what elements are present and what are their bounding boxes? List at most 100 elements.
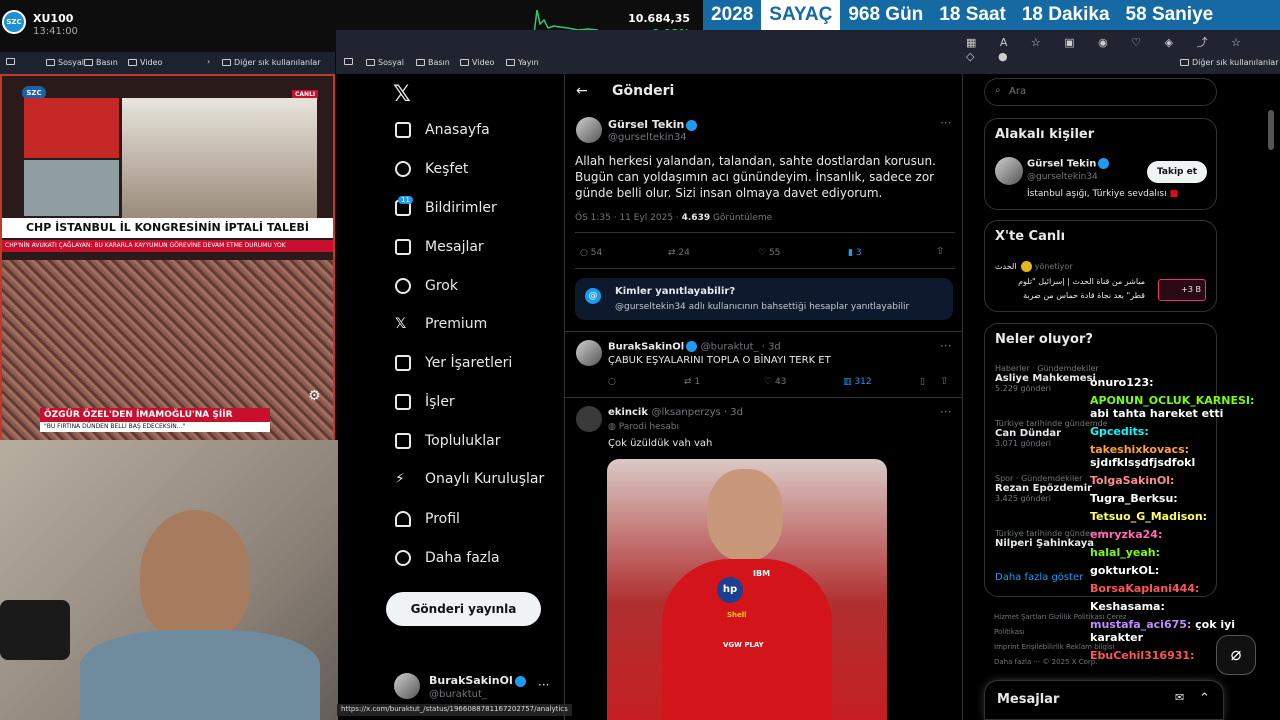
share-icon[interactable]: ⇧ xyxy=(936,246,944,257)
more-icon[interactable]: ··· xyxy=(940,405,951,419)
account-name[interactable]: BurakSakinOl xyxy=(429,674,526,687)
news-subheadline: CHP'NİN AVUKATI ÇAĞLAYAN: BU KARARLA KAY… xyxy=(2,240,333,252)
chevron-right-icon[interactable]: › xyxy=(207,57,210,66)
reply1-name[interactable]: BurakSakinOl @buraktut_ · 3d xyxy=(608,341,781,353)
index-name: XU100 xyxy=(33,12,74,25)
grok-icon xyxy=(395,278,411,294)
search-input[interactable]: ⌕ Ara xyxy=(984,78,1217,106)
bookmark-sosyal[interactable]: Sosyal xyxy=(366,58,404,67)
retweet-button[interactable]: ⇄ 24 xyxy=(668,248,690,258)
reply-button[interactable]: ○ xyxy=(608,377,616,387)
bookmark-video[interactable]: Video xyxy=(460,58,494,67)
lightning-icon: ⚡ xyxy=(395,471,405,487)
chat-message: takeshixkovacs: sjdıfklsşdfjsdfokl xyxy=(1090,443,1270,469)
reply2-avatar[interactable] xyxy=(576,406,602,432)
driver-suit xyxy=(662,559,832,720)
live-text-2[interactable]: قطر" بعد نجاة قادة حماس من ضربة xyxy=(995,291,1145,300)
nav-messages[interactable]: Mesajlar xyxy=(395,239,484,255)
account-avatar[interactable] xyxy=(394,673,420,699)
presenter-video xyxy=(24,98,119,158)
back-arrow-icon[interactable]: ← xyxy=(576,83,588,99)
x-logo-icon[interactable]: 𝕏 xyxy=(393,82,411,107)
bookmark-sosyal[interactable]: Sosyal xyxy=(46,58,84,67)
nav-jobs[interactable]: İşler xyxy=(395,394,455,410)
show-more-link[interactable]: Daha fazla göster xyxy=(995,572,1083,583)
envelope-icon xyxy=(395,239,411,255)
reply2-name[interactable]: ekincik @lksanperzys · 3d xyxy=(608,407,743,418)
chat-username: Gpcedits: xyxy=(1090,425,1149,438)
chat-username: APONUN_OCLUK_KARNESI: xyxy=(1090,394,1255,407)
verified-icon xyxy=(1021,261,1033,272)
follow-button[interactable]: Takip et xyxy=(1147,161,1207,183)
live-listeners[interactable]: +3 B xyxy=(1158,279,1206,301)
bookmark-icon[interactable]: ▯ xyxy=(920,377,925,387)
driver-face xyxy=(707,469,783,561)
live-host[interactable]: الحدث yönetiyor xyxy=(995,261,1073,272)
author-name[interactable]: Gürsel Tekin xyxy=(608,118,698,131)
trend-item[interactable]: Spor · Gündemdekiler Rezan Epözdemir 3.425… xyxy=(995,474,1092,503)
nav-explore[interactable]: Keşfet xyxy=(395,161,468,177)
chevron-up-icon[interactable]: ⌃ xyxy=(1199,691,1210,706)
scrollbar[interactable] xyxy=(1268,110,1274,150)
reply1-avatar[interactable] xyxy=(576,340,602,366)
bookmark-basin[interactable]: Basın xyxy=(84,58,118,67)
bookmark-yayin[interactable]: Yayın xyxy=(506,58,539,67)
nav-communities[interactable]: Topluluklar xyxy=(395,433,500,449)
share-icon[interactable]: ⇧ xyxy=(940,376,948,387)
folder-icon xyxy=(416,59,425,66)
nav-profile[interactable]: Profil xyxy=(395,511,460,527)
chat-message: APONUN_OCLUK_KARNESI: abi tahta hareket … xyxy=(1090,394,1270,420)
chat-username: takeshixkovacs: xyxy=(1090,443,1190,456)
home-icon xyxy=(395,122,411,138)
reply-button[interactable]: ○ 54 xyxy=(580,248,602,258)
more-icon[interactable]: ··· xyxy=(538,678,549,692)
bookmark-video[interactable]: Video xyxy=(128,58,162,67)
bookmark-other[interactable]: Diğer sık kullanılanlar xyxy=(1180,58,1279,67)
nav-home[interactable]: Anasayfa xyxy=(395,122,490,138)
messages-drawer[interactable]: Mesajlar ⌃ ✉ xyxy=(984,680,1224,720)
nav-grok[interactable]: Grok xyxy=(395,278,458,294)
nav-more[interactable]: Daha fazla xyxy=(395,550,500,566)
bookmark-other[interactable]: Diğer sık kullanılanlar xyxy=(222,58,321,67)
related-bio: İstanbul aşığı, Türkiye sevdalısı ■ xyxy=(1027,189,1178,199)
verified-icon xyxy=(686,119,698,131)
more-icon[interactable]: ··· xyxy=(940,116,951,130)
bookmark-button[interactable]: ▮ 3 xyxy=(848,248,862,258)
menu-icon[interactable] xyxy=(6,58,15,65)
chat-username: EbuCehil316931: xyxy=(1090,649,1195,662)
retweet-button[interactable]: ⇄ 1 xyxy=(684,377,700,387)
author-avatar[interactable] xyxy=(576,117,602,143)
chat-username: Tugra_Berksu: xyxy=(1090,492,1178,505)
at-icon: @ xyxy=(585,288,601,304)
nav-verified-orgs[interactable]: ⚡ Onaylı Kuruluşlar xyxy=(395,471,544,487)
new-message-icon[interactable]: ✉ xyxy=(1175,691,1184,704)
like-button[interactable]: ♡ 43 xyxy=(764,377,786,387)
chat-message: gokturkOL: xyxy=(1090,564,1270,577)
index-value: 10.684,35 xyxy=(628,12,690,25)
bookmark-basin[interactable]: Basın xyxy=(416,58,450,67)
live-title: X'te Canlı xyxy=(995,229,1066,244)
trend-item[interactable]: Haberler · Gündemdekiler Asliye Mahkemesi… xyxy=(995,364,1099,393)
views-button[interactable]: ▥ 312 xyxy=(843,377,872,387)
gear-icon[interactable]: ⚙ xyxy=(308,388,326,406)
counter-hours: 18 Saat xyxy=(939,4,1006,25)
post-button[interactable]: Gönderi yayınla xyxy=(386,592,541,626)
chat-overlay: onuro123: APONUN_OCLUK_KARNESI: abi taht… xyxy=(1090,376,1270,667)
like-button[interactable]: ♡ 55 xyxy=(758,248,780,258)
live-text[interactable]: مباشر من قناة الحدث | إسرائيل "تلوم xyxy=(995,277,1145,286)
index-time: 13:41:00 xyxy=(33,26,78,37)
chat-message: Tetsuo_G_Madison: xyxy=(1090,510,1270,523)
people-icon xyxy=(395,433,411,449)
nav-bookmarks[interactable]: Yer İşaretleri xyxy=(395,355,512,371)
reply2-media[interactable]: hp IBM Shell VGW PLAY xyxy=(607,459,887,720)
more-icon[interactable]: ··· xyxy=(940,339,951,353)
menu-icon[interactable] xyxy=(344,58,353,65)
messages-title: Mesajlar xyxy=(997,692,1060,707)
related-avatar[interactable] xyxy=(995,157,1023,185)
briefcase-icon xyxy=(395,394,411,410)
live-card: X'te Canlı الحدث yönetiyor مباشر من قناة… xyxy=(984,220,1217,312)
chat-message: Gpcedits: xyxy=(1090,425,1270,438)
related-name[interactable]: Gürsel Tekin xyxy=(1027,158,1110,170)
nav-premium[interactable]: 𝕏 Premium xyxy=(395,316,487,332)
chat-username: mustafa_aci675: xyxy=(1090,618,1192,631)
